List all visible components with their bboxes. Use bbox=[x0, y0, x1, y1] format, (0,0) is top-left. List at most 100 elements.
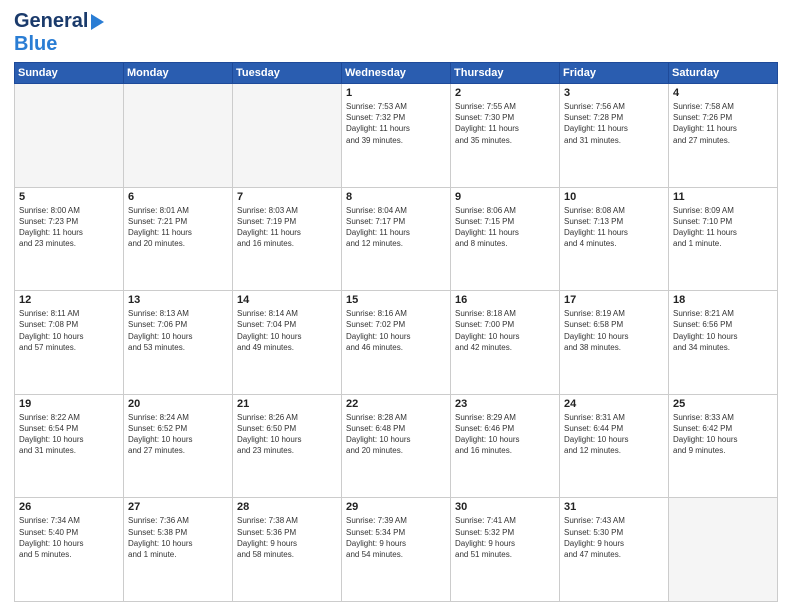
calendar-cell: 25Sunrise: 8:33 AMSunset: 6:42 PMDayligh… bbox=[669, 394, 778, 498]
calendar-cell: 27 Sunrise: 7:36 AMSunset: 5:38 PMDayligh… bbox=[124, 498, 233, 602]
cell-daylight-info: Sunrise: 8:16 AMSunset: 7:02 PMDaylight:… bbox=[346, 308, 446, 353]
logo: General Blue bbox=[14, 10, 104, 56]
cell-daylight-info: Sunrise: 8:01 AMSunset: 7:21 PMDaylight:… bbox=[128, 205, 228, 250]
calendar-cell: 16 Sunrise: 8:18 AMSunset: 7:00 PMDayligh… bbox=[451, 291, 560, 395]
calendar-cell: 26 Sunrise: 7:34 AMSunset: 5:40 PMDayligh… bbox=[15, 498, 124, 602]
cell-daylight-info: Sunrise: 8:00 AMSunset: 7:23 PMDaylight:… bbox=[19, 205, 119, 250]
calendar-week-row: 12 Sunrise: 8:11 AMSunset: 7:08 PMDayligh… bbox=[15, 291, 778, 395]
logo-general: General bbox=[14, 10, 88, 33]
calendar-cell: 1 Sunrise: 7:53 AMSunset: 7:32 PMDaylight… bbox=[342, 84, 451, 188]
cell-daylight-info: Sunrise: 8:06 AMSunset: 7:15 PMDaylight:… bbox=[455, 205, 555, 250]
calendar-cell: 18 Sunrise: 8:21 AMSunset: 6:56 PMDayligh… bbox=[669, 291, 778, 395]
day-header-wednesday: Wednesday bbox=[342, 63, 451, 84]
day-number: 7 bbox=[237, 191, 337, 203]
day-header-thursday: Thursday bbox=[451, 63, 560, 84]
day-header-monday: Monday bbox=[124, 63, 233, 84]
day-number: 17 bbox=[564, 294, 664, 306]
day-header-friday: Friday bbox=[560, 63, 669, 84]
day-number: 27 bbox=[128, 501, 228, 513]
cell-daylight-info: Sunrise: 8:31 AMSunset: 6:44 PMDaylight:… bbox=[564, 412, 664, 457]
cell-daylight-info: Sunrise: 8:03 AMSunset: 7:19 PMDaylight:… bbox=[237, 205, 337, 250]
day-number: 15 bbox=[346, 294, 446, 306]
day-header-tuesday: Tuesday bbox=[233, 63, 342, 84]
day-number: 19 bbox=[19, 398, 119, 410]
cell-daylight-info: Sunrise: 7:58 AMSunset: 7:26 PMDaylight:… bbox=[673, 101, 773, 146]
day-number: 29 bbox=[346, 501, 446, 513]
day-number: 28 bbox=[237, 501, 337, 513]
header: General Blue bbox=[14, 10, 778, 56]
cell-daylight-info: Sunrise: 7:39 AMSunset: 5:34 PMDaylight:… bbox=[346, 515, 446, 560]
day-number: 6 bbox=[128, 191, 228, 203]
day-number: 3 bbox=[564, 87, 664, 99]
day-number: 26 bbox=[19, 501, 119, 513]
day-number: 23 bbox=[455, 398, 555, 410]
day-number: 9 bbox=[455, 191, 555, 203]
day-number: 24 bbox=[564, 398, 664, 410]
calendar-cell: 13 Sunrise: 8:13 AMSunset: 7:06 PMDayligh… bbox=[124, 291, 233, 395]
day-number: 18 bbox=[673, 294, 773, 306]
day-header-sunday: Sunday bbox=[15, 63, 124, 84]
cell-daylight-info: Sunrise: 8:22 AMSunset: 6:54 PMDaylight:… bbox=[19, 412, 119, 457]
calendar-cell: 3Sunrise: 7:56 AMSunset: 7:28 PMDaylight… bbox=[560, 84, 669, 188]
calendar-week-row: 26 Sunrise: 7:34 AMSunset: 5:40 PMDayligh… bbox=[15, 498, 778, 602]
calendar-cell bbox=[15, 84, 124, 188]
day-number: 11 bbox=[673, 191, 773, 203]
calendar-cell: 31 Sunrise: 7:43 AMSunset: 5:30 PMDayligh… bbox=[560, 498, 669, 602]
calendar-cell: 7 Sunrise: 8:03 AMSunset: 7:19 PMDaylight… bbox=[233, 187, 342, 291]
cell-daylight-info: Sunrise: 8:24 AMSunset: 6:52 PMDaylight:… bbox=[128, 412, 228, 457]
cell-daylight-info: Sunrise: 8:14 AMSunset: 7:04 PMDaylight:… bbox=[237, 308, 337, 353]
calendar-cell: 14 Sunrise: 8:14 AMSunset: 7:04 PMDayligh… bbox=[233, 291, 342, 395]
day-number: 2 bbox=[455, 87, 555, 99]
calendar-cell: 28 Sunrise: 7:38 AMSunset: 5:36 PMDayligh… bbox=[233, 498, 342, 602]
day-number: 4 bbox=[673, 87, 773, 99]
cell-daylight-info: Sunrise: 8:19 AMSunset: 6:58 PMDaylight:… bbox=[564, 308, 664, 353]
cell-daylight-info: Sunrise: 8:28 AMSunset: 6:48 PMDaylight:… bbox=[346, 412, 446, 457]
cell-daylight-info: Sunrise: 8:09 AMSunset: 7:10 PMDaylight:… bbox=[673, 205, 773, 250]
logo-arrow-icon bbox=[91, 14, 104, 30]
cell-daylight-info: Sunrise: 8:13 AMSunset: 7:06 PMDaylight:… bbox=[128, 308, 228, 353]
day-number: 20 bbox=[128, 398, 228, 410]
day-number: 16 bbox=[455, 294, 555, 306]
day-header-saturday: Saturday bbox=[669, 63, 778, 84]
cell-daylight-info: Sunrise: 8:11 AMSunset: 7:08 PMDaylight:… bbox=[19, 308, 119, 353]
day-number: 12 bbox=[19, 294, 119, 306]
calendar-cell: 20 Sunrise: 8:24 AMSunset: 6:52 PMDayligh… bbox=[124, 394, 233, 498]
cell-daylight-info: Sunrise: 8:21 AMSunset: 6:56 PMDaylight:… bbox=[673, 308, 773, 353]
cell-daylight-info: Sunrise: 7:36 AMSunset: 5:38 PMDaylight:… bbox=[128, 515, 228, 560]
calendar-cell bbox=[124, 84, 233, 188]
day-number: 10 bbox=[564, 191, 664, 203]
cell-daylight-info: Sunrise: 7:34 AMSunset: 5:40 PMDaylight:… bbox=[19, 515, 119, 560]
calendar-cell: 24 Sunrise: 8:31 AMSunset: 6:44 PMDayligh… bbox=[560, 394, 669, 498]
calendar-cell: 17 Sunrise: 8:19 AMSunset: 6:58 PMDayligh… bbox=[560, 291, 669, 395]
day-number: 13 bbox=[128, 294, 228, 306]
calendar-cell: 9 Sunrise: 8:06 AMSunset: 7:15 PMDaylight… bbox=[451, 187, 560, 291]
day-number: 31 bbox=[564, 501, 664, 513]
cell-daylight-info: Sunrise: 7:41 AMSunset: 5:32 PMDaylight:… bbox=[455, 515, 555, 560]
calendar-cell: 22Sunrise: 8:28 AMSunset: 6:48 PMDayligh… bbox=[342, 394, 451, 498]
cell-daylight-info: Sunrise: 8:18 AMSunset: 7:00 PMDaylight:… bbox=[455, 308, 555, 353]
calendar-cell: 6 Sunrise: 8:01 AMSunset: 7:21 PMDaylight… bbox=[124, 187, 233, 291]
calendar-cell: 10 Sunrise: 8:08 AMSunset: 7:13 PMDayligh… bbox=[560, 187, 669, 291]
page: General Blue SundayMondayTuesdayWednesda… bbox=[0, 0, 792, 612]
day-number: 30 bbox=[455, 501, 555, 513]
calendar-cell: 21Sunrise: 8:26 AMSunset: 6:50 PMDayligh… bbox=[233, 394, 342, 498]
calendar-cell: 12 Sunrise: 8:11 AMSunset: 7:08 PMDayligh… bbox=[15, 291, 124, 395]
cell-daylight-info: Sunrise: 7:43 AMSunset: 5:30 PMDaylight:… bbox=[564, 515, 664, 560]
calendar-cell: 4 Sunrise: 7:58 AMSunset: 7:26 PMDaylight… bbox=[669, 84, 778, 188]
calendar-cell: 8Sunrise: 8:04 AMSunset: 7:17 PMDaylight… bbox=[342, 187, 451, 291]
cell-daylight-info: Sunrise: 7:53 AMSunset: 7:32 PMDaylight:… bbox=[346, 101, 446, 146]
cell-daylight-info: Sunrise: 8:26 AMSunset: 6:50 PMDaylight:… bbox=[237, 412, 337, 457]
cell-daylight-info: Sunrise: 8:08 AMSunset: 7:13 PMDaylight:… bbox=[564, 205, 664, 250]
calendar-cell: 23 Sunrise: 8:29 AMSunset: 6:46 PMDayligh… bbox=[451, 394, 560, 498]
calendar-cell: 29 Sunrise: 7:39 AMSunset: 5:34 PMDayligh… bbox=[342, 498, 451, 602]
calendar-week-row: 1 Sunrise: 7:53 AMSunset: 7:32 PMDaylight… bbox=[15, 84, 778, 188]
day-number: 1 bbox=[346, 87, 446, 99]
calendar-cell: 30 Sunrise: 7:41 AMSunset: 5:32 PMDayligh… bbox=[451, 498, 560, 602]
calendar-cell: 11 Sunrise: 8:09 AMSunset: 7:10 PMDayligh… bbox=[669, 187, 778, 291]
day-number: 5 bbox=[19, 191, 119, 203]
cell-daylight-info: Sunrise: 7:38 AMSunset: 5:36 PMDaylight:… bbox=[237, 515, 337, 560]
calendar-cell: 15 Sunrise: 8:16 AMSunset: 7:02 PMDayligh… bbox=[342, 291, 451, 395]
day-number: 25 bbox=[673, 398, 773, 410]
cell-daylight-info: Sunrise: 8:29 AMSunset: 6:46 PMDaylight:… bbox=[455, 412, 555, 457]
day-number: 14 bbox=[237, 294, 337, 306]
